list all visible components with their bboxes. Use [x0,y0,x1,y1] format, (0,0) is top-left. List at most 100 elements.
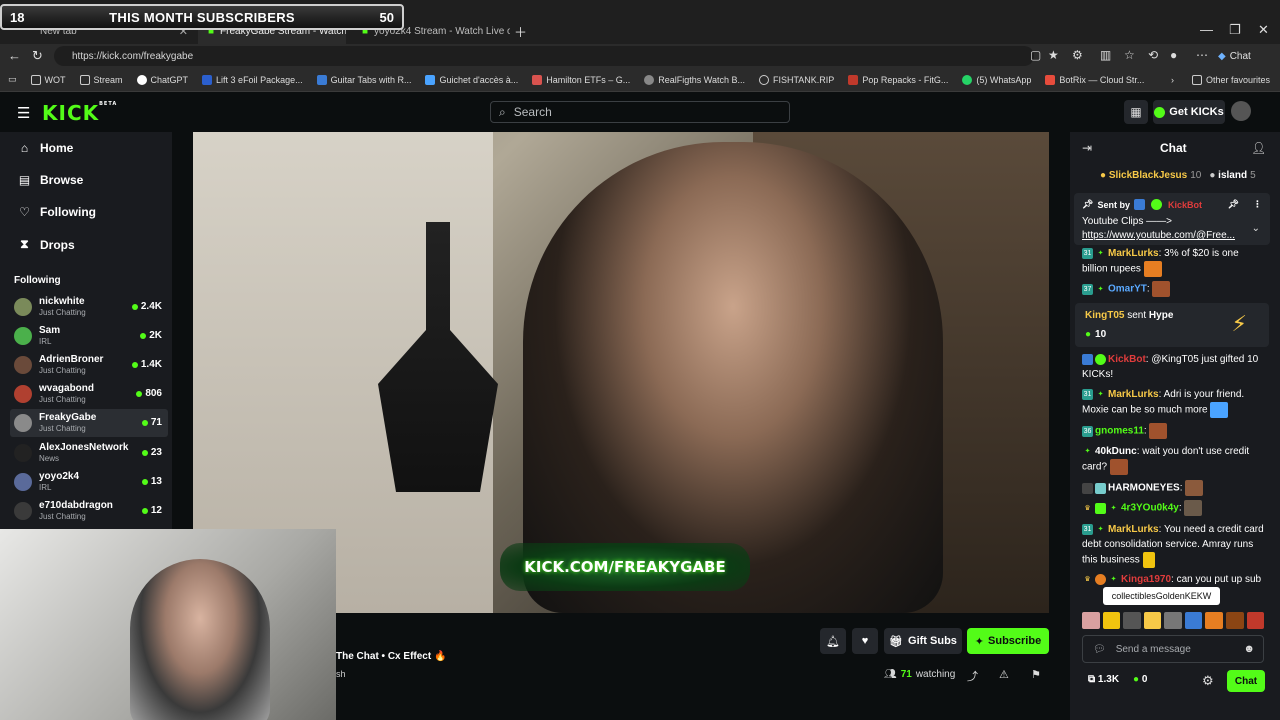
chat-message[interactable]: 31 ✦ MarkLurks: You need a credit card deb… [1082,522,1264,568]
bookmark-item[interactable]: ChatGPT [136,74,188,85]
sidebar-channel-adrienbroner[interactable]: AdrienBroner Just Chatting 1.4K [10,351,168,379]
chat-username[interactable]: Kinga1970 [1121,574,1171,585]
minimize-icon[interactable]: — [1200,22,1213,37]
sidebar-channel-nickwhite[interactable]: nickwhite Just Chatting 2.4K [10,293,168,321]
gift-subs-button[interactable]: 🎁︎ Gift Subs [884,628,962,654]
chat-message[interactable]: 37 ✦ OmarYT: [1082,281,1264,297]
avatar[interactable] [1231,101,1251,121]
pinned-message[interactable]: 📌︎ Sent by KickBot 📌︎ ⋮ Youtube Clips ——> ht… [1074,193,1270,245]
mod-icon[interactable]: ⚑ [1031,668,1041,681]
history-icon[interactable]: ⟲ [1148,48,1158,62]
more-options-icon[interactable]: ⋯ [1196,48,1208,62]
bookmark-item[interactable]: Guitar Tabs with R... [316,74,411,85]
chat-message[interactable]: 36 gnomes11: [1082,423,1264,439]
chat-username[interactable]: gnomes11 [1095,426,1144,437]
bookmark-tab-icon[interactable]: ▭ [8,74,17,85]
read-aloud-icon[interactable]: ▢ [1030,48,1041,62]
emote-icon[interactable] [1184,612,1203,629]
chevron-down-icon[interactable]: ⌄ [1252,223,1260,234]
chat-username[interactable]: MarkLurks [1108,389,1159,400]
extensions-icon[interactable]: ⚙ [1072,48,1083,62]
profile-icon[interactable]: ● [1170,48,1177,62]
chat-message[interactable]: KickBot: @KingT05 just gifted 10 KICKs! [1082,352,1264,382]
back-icon[interactable]: ← [8,48,21,63]
sidebar-item-drops[interactable]: ⧗ Drops [18,237,74,252]
maximize-icon[interactable]: ❐ [1229,22,1241,38]
split-screen-icon[interactable]: ▥ [1100,48,1111,62]
chat-username[interactable]: MarkLurks [1108,248,1159,259]
pinned-more-icon[interactable]: ⋮ [1253,199,1262,210]
emote-icon[interactable] [1143,612,1162,629]
golden-kekw-emote-icon[interactable] [1102,612,1121,629]
bookmark-item[interactable]: Guichet d'accès à... [425,74,518,85]
chevron-right-icon[interactable]: › [1171,75,1174,85]
chat-message[interactable]: ✦ 40kDunc: wait you don't use credit card… [1082,444,1264,475]
leaderboard-entry[interactable]: ● island 5 [1209,170,1255,181]
stream-tag[interactable]: sh [336,669,346,679]
chat-message[interactable]: 31 ✦ MarkLurks: Adri is your friend. Moxie… [1082,387,1264,418]
bookmark-other-favourites[interactable]: Other favourites [1191,74,1270,85]
chat-message[interactable]: 31 ✦ MarkLurks: 3% of $20 is one billion r… [1082,246,1264,277]
sidebar-item-home[interactable]: ⌂ Home [18,141,73,155]
notification-bell-button[interactable]: 🔔︎ [820,628,846,654]
unpin-icon[interactable]: 📌︎ [1228,199,1239,210]
refresh-icon[interactable]: ↻ [32,48,43,64]
bookmark-item[interactable]: WOT [30,74,66,85]
chat-username[interactable]: HARMONEYES [1108,483,1180,494]
favorites-icon[interactable]: ☆ [1124,48,1135,62]
chat-username[interactable]: 40kDunc [1095,446,1137,457]
hype-user[interactable]: KingT05 [1085,310,1124,321]
chat-message-input[interactable]: 💬︎ Send a message ☻ [1082,635,1264,663]
emote-icon[interactable] [1164,612,1182,629]
chat-send-button[interactable]: Chat [1227,670,1265,692]
leaderboard-entry[interactable]: ● SlickBlackJesus 10 [1100,170,1201,181]
bookmark-item[interactable]: (5) WhatsApp [962,74,1031,85]
emote-icon[interactable] [1205,612,1223,629]
subscribe-button[interactable]: ✦ Subscribe [967,628,1049,654]
chat-users-icon[interactable]: 👤︎ [1251,141,1266,155]
emoji-picker-icon[interactable]: ☻ [1243,643,1255,655]
close-window-icon[interactable]: ✕ [1258,22,1269,38]
url-bar[interactable]: https://kick.com/freakygabe [54,46,1034,66]
chat-message[interactable]: ♛ ✦ Kinga1970: can you put up sub [1082,572,1264,587]
emote-icon[interactable] [1246,612,1265,629]
chat-message[interactable]: ♛ ✦ 4r3YOu0k4y: [1082,500,1264,516]
bookmark-item[interactable]: FISHTANK.RIP [758,74,834,85]
search-input[interactable]: ⌕ Search [490,101,790,123]
emote-icon[interactable] [1123,612,1141,629]
bookmark-item[interactable]: Lift 3 eFoil Package... [202,74,303,85]
menu-icon[interactable]: ☰ [17,104,30,122]
chat-username[interactable]: OmarYT [1108,284,1147,295]
kick-logo[interactable]: KICKBETA [42,101,117,125]
bookmark-item[interactable]: Hamilton ETFs – G... [532,74,630,85]
emote-icon[interactable] [1225,612,1244,629]
share-icon[interactable]: ⤴ [967,668,978,684]
sidebar-item-following[interactable]: ♡ Following [18,205,96,219]
chat-username[interactable]: KickBot [1108,354,1146,365]
layout-toggle-button[interactable]: ▦ [1124,100,1148,124]
sidebar-channel-yoyo2k4[interactable]: yoyo2k4 IRL 13 [10,468,168,496]
follow-heart-button[interactable]: ♥ [852,628,878,654]
bookmark-item[interactable]: Pop Repacks - FitG... [848,74,948,85]
pinned-link[interactable]: https://www.youtube.com/@Free... [1082,230,1262,241]
followers-stat[interactable]: ⧉ 1.3K [1088,674,1119,685]
sidebar-channel-e710dabdragon[interactable]: e710dabdragon Just Chatting 12 [10,497,168,525]
bookmark-item[interactable]: BotRix — Cloud Str... [1045,74,1144,85]
copilot-chat-button[interactable]: ◆ Chat [1218,47,1251,65]
chat-username[interactable]: MarkLurks [1108,524,1159,535]
chat-username[interactable]: 4r3YOu0k4y [1121,503,1179,514]
chat-settings-icon[interactable]: ⚙ [1202,673,1214,689]
sidebar-channel-alexjonesnetwork[interactable]: AlexJonesNetwork News 23 [10,439,168,467]
collapse-chat-icon[interactable]: ⇥ [1082,141,1092,155]
favorite-star-icon[interactable]: ★ [1048,48,1059,62]
sidebar-channel-sam[interactable]: Sam IRL 2K [10,322,168,350]
sidebar-item-browse[interactable]: ▤ Browse [18,173,84,187]
bookmark-item[interactable]: Stream [79,74,123,85]
get-kicks-button[interactable]: Get KICKs [1153,100,1225,124]
sidebar-channel-wvagabond[interactable]: wvagabond Just Chatting 806 [10,380,168,408]
kicks-stat[interactable]: ● 0 [1133,674,1147,685]
chat-message[interactable]: HARMONEYES: [1082,480,1264,496]
report-icon[interactable]: ⚠ [999,668,1009,681]
bookmark-item[interactable]: RealFigths Watch B... [644,74,745,85]
emote-icon[interactable] [1082,612,1100,629]
